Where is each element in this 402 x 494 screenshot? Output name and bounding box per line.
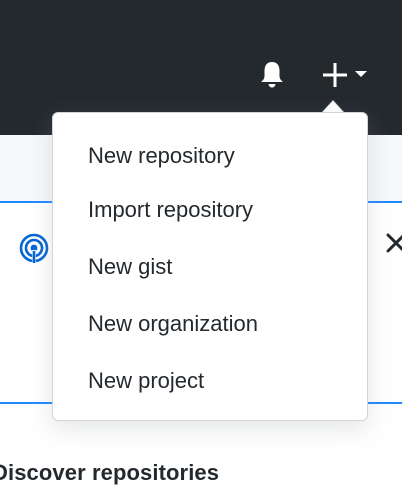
create-new-menu: New repository Import repository New gis… [53,113,367,409]
close-icon[interactable] [385,232,402,254]
create-new-dropdown: New repository Import repository New gis… [52,112,368,421]
plus-icon[interactable] [320,60,350,90]
broadcast-icon [19,233,49,264]
discover-repositories-heading: Discover repositories [0,460,220,485]
menu-item-new-gist[interactable]: New gist [53,238,367,295]
caret-down-icon[interactable] [354,70,368,78]
menu-item-new-project[interactable]: New project [53,352,367,409]
menu-item-import-repository[interactable]: Import repository [53,181,367,238]
menu-item-new-repository[interactable]: New repository [53,131,367,181]
menu-item-new-organization[interactable]: New organization [53,295,367,352]
app-window: Discover repositories New repository Imp… [0,0,402,494]
bell-icon[interactable] [259,60,285,90]
